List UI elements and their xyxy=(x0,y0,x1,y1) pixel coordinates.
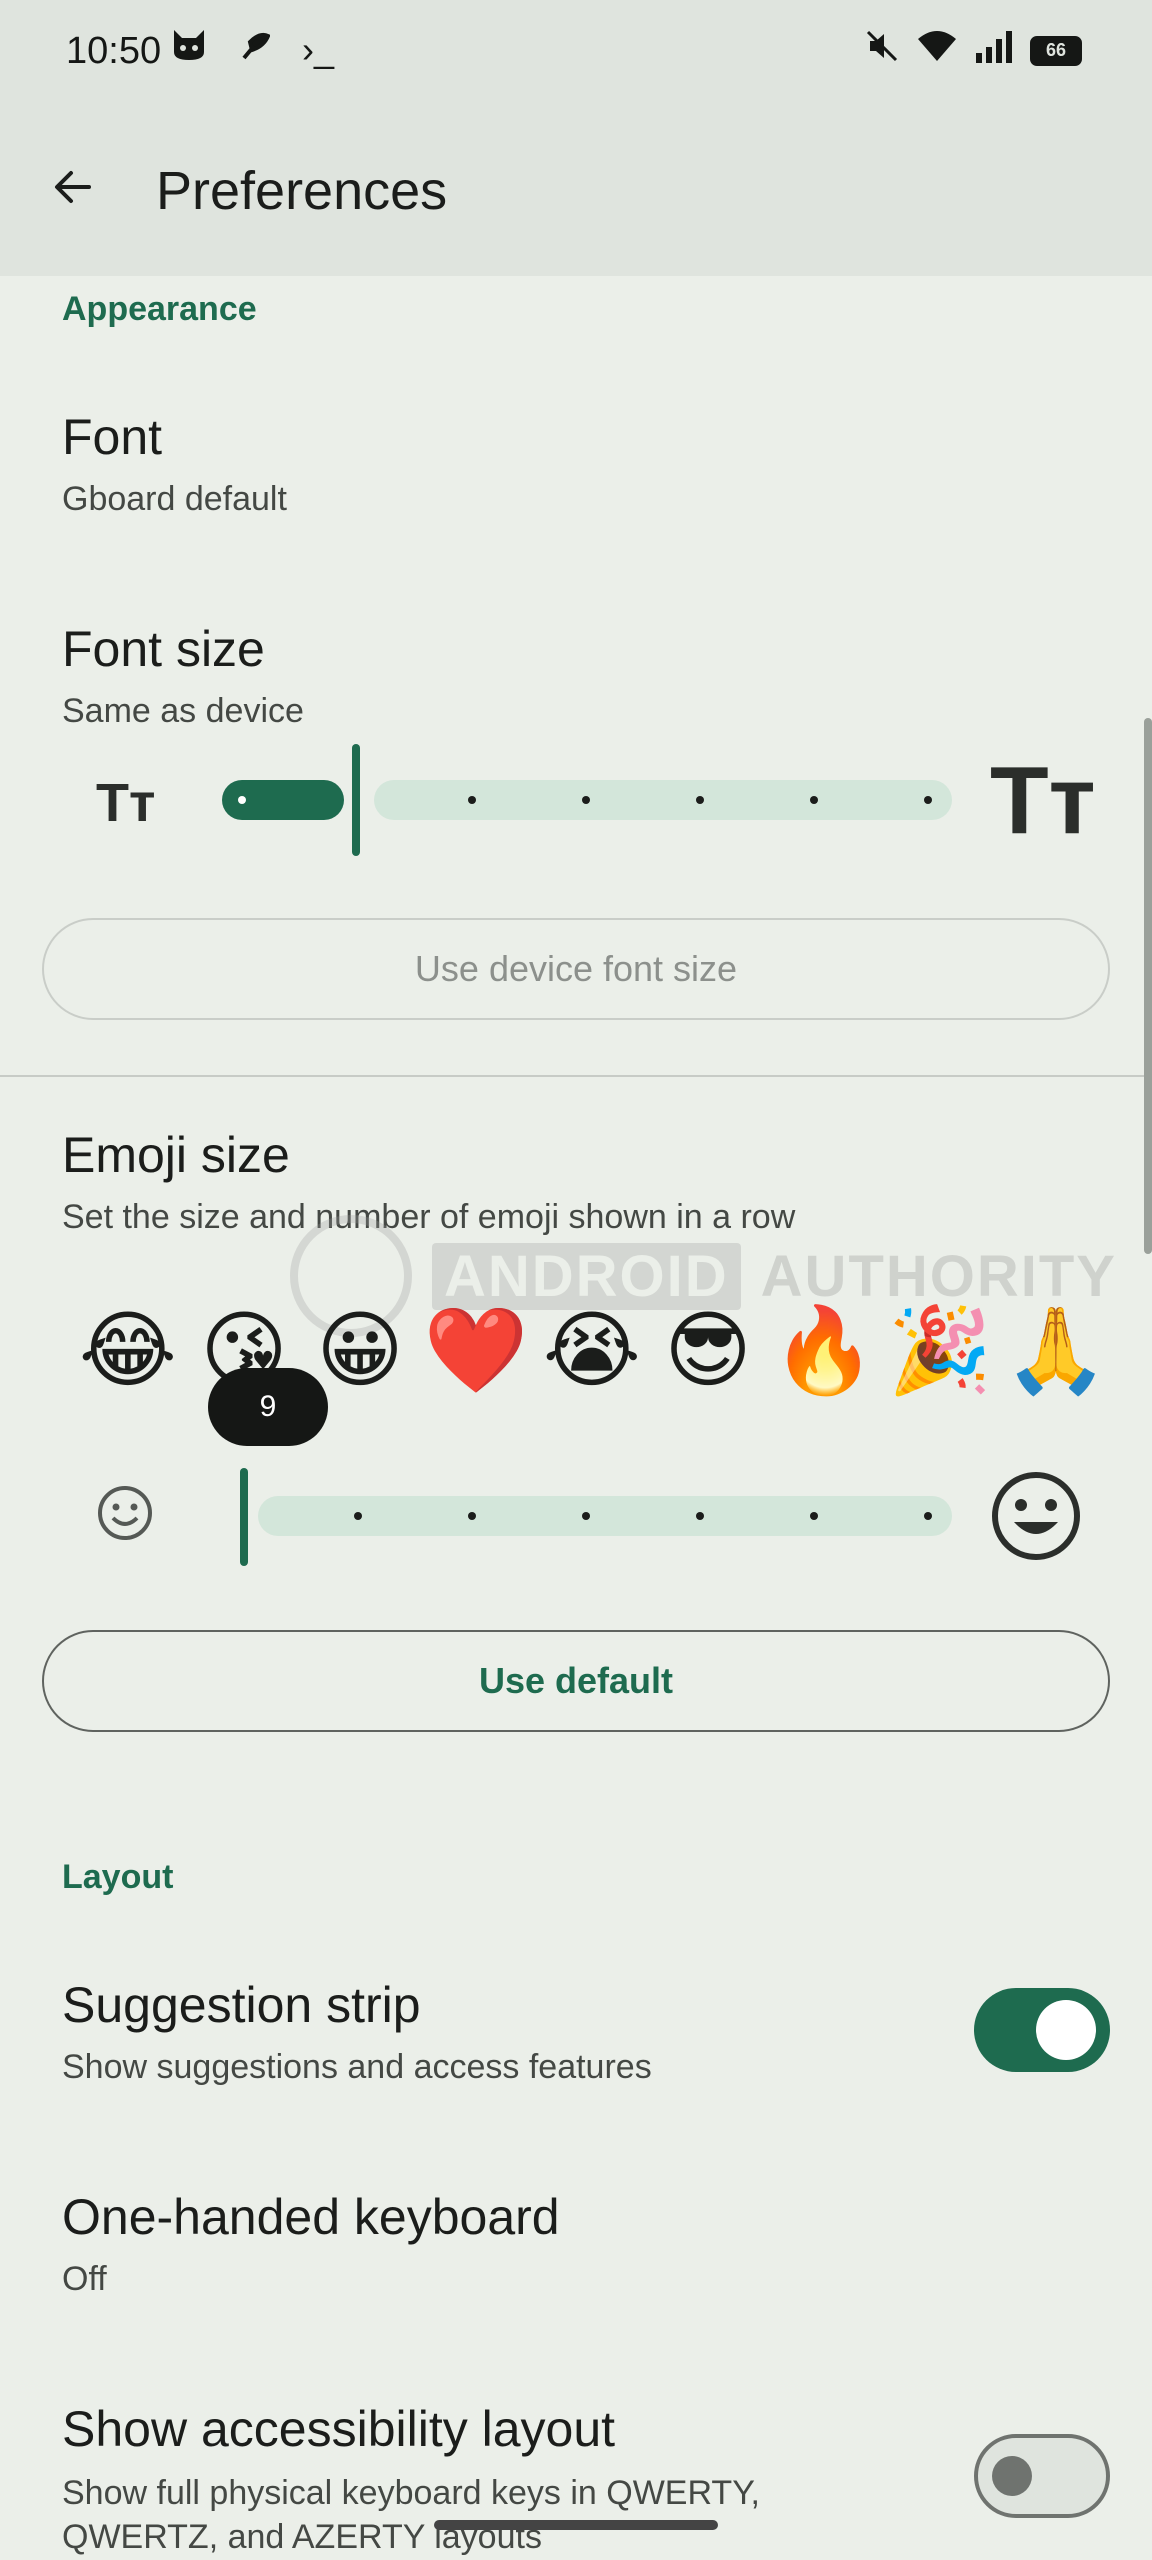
terminal-icon: ›_ xyxy=(302,29,335,70)
status-left-icons: ›_ xyxy=(170,28,356,71)
section-header-appearance: Appearance xyxy=(62,290,257,328)
suggestion-strip-subtitle: Show suggestions and access features xyxy=(62,2048,652,2086)
slider-dot xyxy=(354,1512,362,1520)
battery-icon: 66 xyxy=(1030,35,1082,66)
slider-dot xyxy=(582,796,590,804)
use-device-font-size-button[interactable]: Use device font size xyxy=(42,918,1110,1020)
font-title: Font xyxy=(62,409,163,465)
scrollbar[interactable] xyxy=(1144,718,1152,1254)
one-handed-keyboard-subtitle: Off xyxy=(62,2260,107,2298)
app-bar: Preferences xyxy=(0,110,1152,276)
font-size-large-icon: Tт xyxy=(990,747,1096,854)
emoji-preview: 😎 xyxy=(664,1303,752,1397)
home-indicator[interactable] xyxy=(434,2520,718,2530)
slider-dot xyxy=(924,796,932,804)
font-size-title: Font size xyxy=(62,621,265,677)
slider-dot xyxy=(238,796,246,804)
wifi-icon xyxy=(916,29,958,72)
font-size-slider-handle[interactable] xyxy=(352,744,360,856)
slider-dot xyxy=(810,1512,818,1520)
toggle-knob xyxy=(992,2456,1032,2496)
emoji-preview: 🙏 xyxy=(1003,1303,1109,1397)
accessibility-layout-subtitle-line1: Show full physical keyboard keys in QWER… xyxy=(62,2474,760,2512)
emoji-preview: 😭 xyxy=(542,1303,642,1397)
accessibility-layout-title: Show accessibility layout xyxy=(62,2401,616,2457)
slider-dot xyxy=(810,796,818,804)
slider-dot xyxy=(696,796,704,804)
status-right-icons: 66 xyxy=(864,28,1082,73)
emoji-preview: 😂 xyxy=(78,1303,178,1397)
divider xyxy=(0,1075,1152,1077)
use-default-button[interactable]: Use default xyxy=(42,1630,1110,1732)
slider-dot xyxy=(582,1512,590,1520)
emoji-size-large-icon xyxy=(990,1470,1082,1567)
one-handed-keyboard-title: One-handed keyboard xyxy=(62,2189,560,2245)
page-title: Preferences xyxy=(156,161,448,221)
emoji-preview: 🎉 xyxy=(887,1303,993,1397)
slider-value-tooltip: 9 xyxy=(208,1368,328,1446)
emoji-size-slider[interactable] xyxy=(240,1460,952,1570)
status-time: 10:50 xyxy=(66,30,162,72)
suggestion-strip-title: Suggestion strip xyxy=(62,1977,421,2033)
emoji-preview: ❤️ xyxy=(423,1303,529,1397)
font-size-slider-track xyxy=(374,780,952,820)
accessibility-layout-toggle[interactable] xyxy=(974,2434,1110,2518)
emoji-size-title: Emoji size xyxy=(62,1127,290,1183)
cat-icon xyxy=(170,29,218,70)
toggle-knob xyxy=(1036,2000,1096,2060)
emoji-size-slider-track xyxy=(258,1496,952,1536)
back-arrow-icon[interactable] xyxy=(40,154,106,220)
font-subtitle: Gboard default xyxy=(62,480,287,518)
slider-dot xyxy=(468,796,476,804)
status-bar: 10:50 ›_ 66 xyxy=(0,0,1152,110)
emoji-size-slider-handle[interactable] xyxy=(240,1468,248,1566)
feather-icon xyxy=(240,29,280,70)
font-size-subtitle: Same as device xyxy=(62,692,304,730)
slider-dot xyxy=(468,1512,476,1520)
slider-dot xyxy=(696,1512,704,1520)
suggestion-strip-toggle[interactable] xyxy=(974,1988,1110,2072)
font-size-small-icon: Tт xyxy=(96,773,156,833)
signal-icon xyxy=(974,29,1014,72)
mute-icon xyxy=(864,28,900,73)
section-header-layout: Layout xyxy=(62,1858,174,1896)
slider-dot xyxy=(924,1512,932,1520)
emoji-preview: 🔥 xyxy=(771,1303,877,1397)
font-size-slider[interactable] xyxy=(222,740,952,860)
emoji-size-small-icon xyxy=(96,1484,154,1547)
